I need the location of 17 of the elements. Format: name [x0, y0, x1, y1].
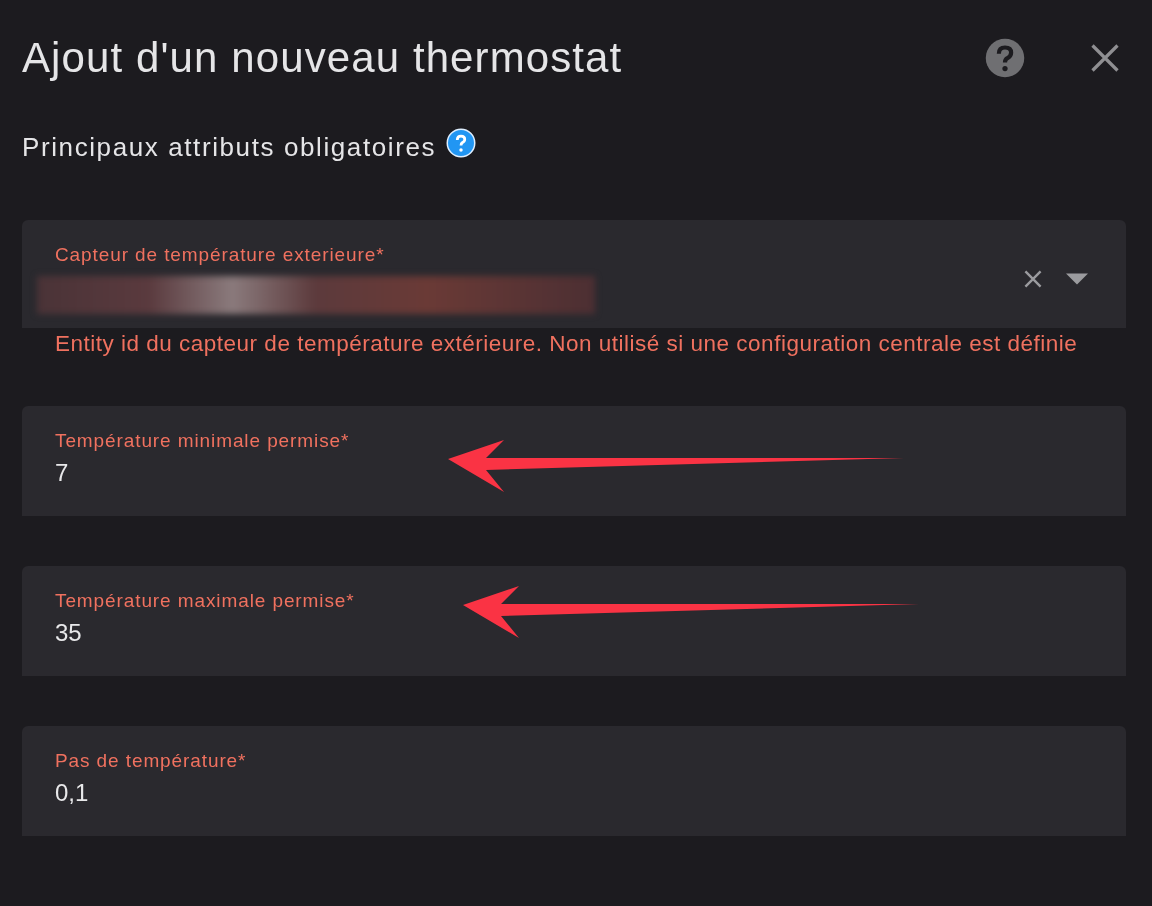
field-value: 7 [55, 458, 70, 488]
section-title: Principaux attributs obligatoires [22, 132, 437, 163]
dialog-title: Ajout d'un nouveau thermostat [22, 33, 624, 82]
field-value: 35 [55, 618, 83, 648]
dropdown-caret-icon[interactable] [1066, 273, 1088, 285]
text-field[interactable]: Pas de température* 0,1 [22, 726, 1126, 836]
field-value: 0,1 [55, 778, 90, 808]
close-icon[interactable] [1090, 42, 1120, 73]
text-field[interactable]: Capteur de température exterieure* [22, 220, 1126, 328]
text-field[interactable]: Température maximale permise* 35 [22, 566, 1126, 676]
field-label: Température minimale permise* [55, 430, 351, 452]
field-label: Capteur de température exterieure* [55, 244, 386, 266]
field-label: Température maximale permise* [55, 590, 356, 612]
field-label: Pas de température* [55, 750, 248, 772]
helper-error-text: Entity id du capteur de température extérieure. Non utilisé si une configuration centrale est définie [54, 330, 1079, 358]
text-field[interactable]: Température minimale permise* 7 [22, 406, 1126, 516]
help-icon[interactable] [446, 128, 477, 158]
